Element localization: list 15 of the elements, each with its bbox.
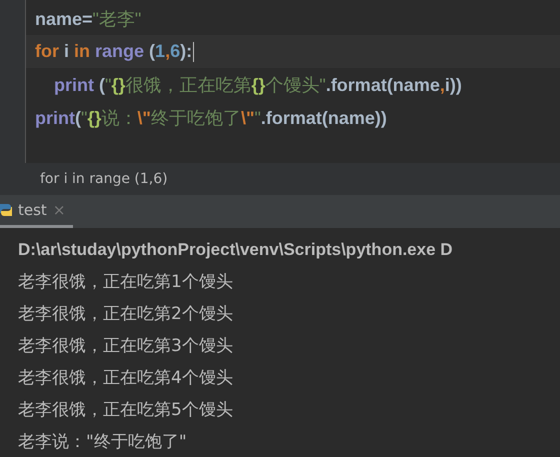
console-output: 老李很饿，正在吃第4个馒头 bbox=[18, 366, 234, 390]
code-line: for i in range (1,6): bbox=[35, 41, 192, 62]
run-tab[interactable]: test × bbox=[0, 195, 74, 228]
console-output: 老李很饿，正在吃第1个馒头 bbox=[18, 270, 234, 294]
console-output: 老李说："终于吃饱了" bbox=[18, 430, 188, 454]
text-cursor bbox=[193, 42, 194, 62]
console-output: 老李很饿，正在吃第5个馒头 bbox=[18, 398, 234, 422]
breadcrumb[interactable]: for i in range (1,6) bbox=[40, 171, 168, 188]
console-output: 老李很饿，正在吃第3个馒头 bbox=[18, 334, 234, 358]
python-icon bbox=[0, 202, 12, 218]
code-line: print ("{}很饿，正在吃第{}个馒头".format(name,i)) bbox=[53, 74, 462, 96]
code-line: print("{}说：\"终于吃饱了\"".format(name)) bbox=[35, 106, 387, 130]
console-output: 老李很饿，正在吃第2个馒头 bbox=[18, 302, 234, 326]
code-line: name="老李" bbox=[35, 8, 142, 30]
console-command: D:\ar\studay\pythonProject\venv\Scripts\python.exe D bbox=[18, 238, 454, 260]
